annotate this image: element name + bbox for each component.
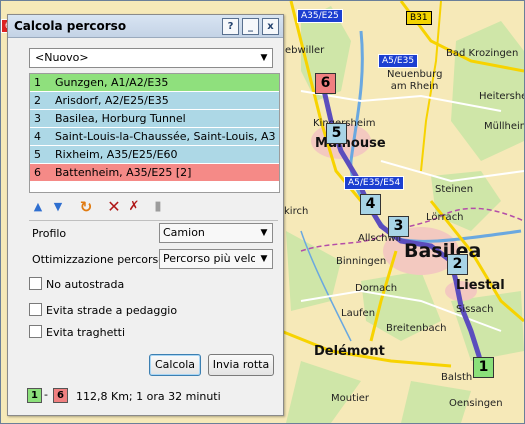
road-shield-a35-e25: A35/E25 [297,9,343,23]
send-route-button[interactable]: Invia rotta [208,354,274,376]
help-button[interactable]: ? [222,18,239,35]
waypoint-row-2[interactable]: 2 Arisdorf, A2/E25/E35 [30,92,279,110]
waypoint-number: 4 [34,130,41,143]
waypoint-name: Basilea, Horburg Tunnel [55,112,186,125]
route-select-value: <Nuovo> [35,51,89,64]
waypoint-name: Gunzgen, A1/A2/E35 [55,76,169,89]
reverse-icon[interactable]: ↻ [77,198,95,216]
waypoint-row-3[interactable]: 3 Basilea, Horburg Tunnel [30,110,279,128]
divider [29,220,278,221]
map-marker-5[interactable]: 5 [326,123,347,144]
panel-title: Calcola percorso [14,19,127,33]
chevron-down-icon: ▼ [260,228,268,238]
map-label-laufen: Laufen [341,308,376,319]
profile-select[interactable]: Camion ▼ [159,223,273,243]
optimization-select-value: Percorso più veloce [163,252,255,265]
map-label-liestal: Liestal [456,278,505,293]
map-label-breitenbach: Breitenbach [386,323,447,334]
map-label-basilea: Basilea [404,240,482,262]
waypoint-row-5[interactable]: 5 Rixheim, A35/E25/E60 [30,146,279,164]
summary-end-badge: 6 [53,388,68,403]
map-marker-6[interactable]: 6 [315,73,336,94]
no-highway-label: No autostrada [46,278,125,291]
map-label-heitersheim: Heitersheim [479,91,524,102]
map-label-loerrach: Lörrach [426,212,464,223]
map-marker-2[interactable]: 2 [447,254,468,275]
waypoint-name: Rixheim, A35/E25/E60 [55,148,178,161]
map-label-sissach: Sissach [456,304,494,315]
map-label-bad-krozingen: Bad Krozingen [446,48,519,59]
map-marker-1[interactable]: 1 [473,357,494,378]
move-up-icon[interactable]: ▲ [29,198,47,216]
waypoint-toolbar: ▲ ▼ ↻ ✕ ✗ ▮ [29,198,189,217]
avoid-ferries-label: Evita traghetti [46,326,126,339]
move-down-icon[interactable]: ▼ [49,198,67,216]
waypoint-list[interactable]: 1 Gunzgen, A1/A2/E35 2 Arisdorf, A2/E25/… [29,73,280,193]
map-label-muellheim: Müllheim [484,121,525,132]
no-highway-checkbox[interactable] [29,277,42,290]
map-label-steinen: Steinen [435,184,474,195]
delete-icon[interactable]: ✕ [105,198,123,216]
avoid-ferries-checkbox[interactable] [29,325,42,338]
map-label-binningen: Binningen [336,256,387,267]
optimization-label: Ottimizzazione percorso [32,253,165,266]
profile-label: Profilo [32,227,67,240]
map-label-kirch: kirch [284,206,309,217]
waypoint-name: Saint-Louis-la-Chaussée, Saint-Louis, A3… [55,130,275,143]
route-summary-text: 112,8 Km; 1 ora 32 minuti [76,390,221,403]
avoid-tolls-checkbox[interactable] [29,303,42,316]
waypoint-row-1[interactable]: 1 Gunzgen, A1/A2/E35 [30,74,279,92]
waypoint-name: Battenheim, A35/E25 [2] [55,166,192,179]
minimize-button[interactable]: _ [242,18,259,35]
waypoint-row-4[interactable]: 4 Saint-Louis-la-Chaussée, Saint-Louis, … [30,128,279,146]
waypoint-row-6[interactable]: 6 Battenheim, A35/E25 [2] [30,164,279,182]
waypoint-name: Arisdorf, A2/E25/E35 [55,94,169,107]
avoid-tolls-label: Evita strade a pedaggio [46,304,178,317]
chevron-down-icon: ▼ [260,254,268,264]
map-label-gebwiller: ebwiller [285,45,325,56]
app-frame: A35/E25 B31 A5/E35 A5/E35/E54 67 ebwille… [0,0,525,424]
road-shield-b31: B31 [406,11,432,25]
map-marker-3[interactable]: 3 [388,216,409,237]
map-label-balsthal: Balsth [441,372,473,383]
summary-start-badge: 1 [27,388,42,403]
map-label-moutier: Moutier [331,393,370,404]
map-label-delemont: Delémont [314,344,385,359]
waypoint-number: 6 [34,166,41,179]
waypoint-number: 1 [34,76,41,89]
profile-select-value: Camion [163,226,205,239]
summary-dash: - [44,388,48,401]
map-label-oensingen: Oensingen [449,398,503,409]
delete-all-icon[interactable]: ✗ [125,198,143,216]
map-marker-4[interactable]: 4 [360,194,381,215]
waypoint-number: 5 [34,148,41,161]
road-shield-a5-e35-e54: A5/E35/E54 [344,176,405,190]
waypoint-number: 3 [34,112,41,125]
copy-icon[interactable]: ▮ [149,198,167,216]
map-label-dornach: Dornach [355,283,398,294]
route-select[interactable]: <Nuovo> ▼ [29,48,273,68]
chevron-down-icon: ▼ [260,53,268,63]
optimization-select[interactable]: Percorso più veloce ▼ [159,249,273,269]
route-panel: Calcola percorso ? _ x <Nuovo> ▼ 1 Gunzg… [7,14,284,416]
map-label-neuenburg: Neuenburg am Rhein [387,69,443,92]
waypoint-number: 2 [34,94,41,107]
panel-titlebar[interactable]: Calcola percorso ? _ x [8,15,283,38]
calculate-button[interactable]: Calcola [149,354,201,376]
road-shield-a5-e35: A5/E35 [378,54,419,68]
close-button[interactable]: x [262,18,279,35]
